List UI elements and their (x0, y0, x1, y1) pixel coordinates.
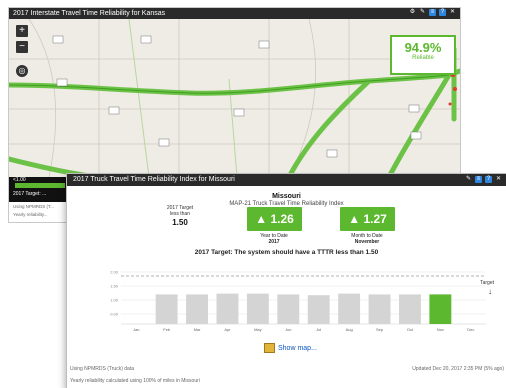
zoom-out-button[interactable]: − (16, 41, 28, 53)
missouri-window-titlebar: 2017 Truck Travel Time Reliability Index… (67, 174, 506, 186)
ytd-caption: Year to Date 2017 (243, 233, 305, 245)
close-icon[interactable]: ✕ (495, 176, 502, 183)
locate-icon[interactable]: ◎ (16, 65, 28, 77)
target-arrow-icon: ↓ (488, 287, 492, 296)
mtd-value: 1.27 (363, 212, 387, 226)
mtd-caption: Month to Date November (336, 233, 398, 245)
bar-aug[interactable] (338, 293, 361, 324)
kansas-footer: Using NPMRDS (T... Yearly reliability... (9, 202, 69, 222)
kansas-window-titlebar: 2017 Interstate Travel Time Reliability … (9, 8, 460, 19)
kansas-map[interactable]: + − ◎ 94.9% Reliable (9, 19, 460, 177)
x-tick-label: Nov (437, 327, 444, 332)
truck-icon: ▲ (348, 212, 361, 226)
zoom-in-button[interactable]: + (16, 25, 28, 37)
list-icon[interactable]: ≡ (475, 176, 482, 183)
bar-may[interactable] (246, 293, 269, 324)
monthly-chart: Jan Feb Mar Apr May Jun Jul Aug Sep Oct Nov Dec 2.0… (110, 270, 495, 333)
help-icon[interactable]: ? (439, 9, 446, 16)
footer-updated: Updated Dec 20, 2017 2:35 PM (5% ago) (412, 366, 504, 372)
bar-apr[interactable] (216, 293, 239, 324)
mtd-caption-2: November (354, 239, 380, 245)
y-tick-label: 1.50 (110, 284, 119, 289)
legend-target-text: 2017 Target: ... (13, 191, 47, 197)
bar-mar[interactable] (186, 294, 208, 324)
mtd-metric: ▲ 1.27 (340, 207, 395, 231)
ytd-caption-2: 2017 (268, 239, 280, 245)
reliability-badge: 94.9% Reliable (390, 35, 456, 75)
x-tick-label: Mar (194, 327, 202, 332)
x-tick-label: May (254, 327, 262, 332)
edit-icon[interactable]: ✎ (419, 9, 426, 16)
gear-icon[interactable]: ⚙ (409, 9, 416, 16)
list-icon[interactable]: ≡ (429, 9, 436, 16)
y-tick-label: 2.00 (110, 270, 119, 275)
kansas-footer-2: Yearly reliability... (13, 212, 48, 217)
state-heading: Missouri (272, 193, 301, 200)
truck-icon: ▲ (255, 212, 268, 226)
reliability-label: Reliable (412, 55, 434, 61)
bar-oct[interactable] (399, 294, 421, 324)
kansas-window-title: 2017 Interstate Travel Time Reliability … (13, 10, 166, 17)
reliability-value: 94.9% (404, 40, 442, 55)
y-tick-label: 1.00 (110, 298, 119, 303)
target-value: 1.50 (172, 218, 188, 227)
bar-sep[interactable] (368, 294, 391, 324)
target-sentence: 2017 Target: The system should have a TT… (194, 249, 379, 256)
missouri-window-title: 2017 Truck Travel Time Reliability Index… (73, 176, 235, 183)
footer-data-source: Using NPMRDS (Truck) data (70, 366, 134, 372)
target-label-2: less than (169, 211, 190, 217)
missouri-window: 2017 Truck Travel Time Reliability Index… (67, 174, 506, 388)
help-icon[interactable]: ? (485, 176, 492, 183)
close-icon[interactable]: ✕ (449, 9, 456, 16)
x-tick-label: Jun (285, 327, 291, 332)
x-tick-label: Apr (224, 327, 231, 332)
target-box: 2017 Target less than 1.50 (160, 205, 200, 227)
map-icon (264, 343, 275, 353)
x-tick-label: Sep (376, 327, 384, 332)
x-tick-label: Aug (346, 327, 353, 332)
chart-target-label: Target (480, 280, 495, 286)
footer-note: Yearly reliability calculated using 100%… (70, 378, 200, 384)
show-map-label: Show map... (278, 344, 317, 352)
x-tick-label: Feb (163, 327, 171, 332)
x-tick-label: Jul (316, 327, 321, 332)
x-tick-label: Dec (467, 327, 474, 332)
bar-jun[interactable] (277, 294, 300, 324)
x-tick-label: Oct (407, 327, 414, 332)
kansas-footer-1: Using NPMRDS (T... (13, 204, 55, 209)
y-tick-label: 0.00 (110, 312, 119, 317)
x-tick-label: Jan (133, 327, 139, 332)
show-map-link[interactable]: Show map... (264, 343, 317, 353)
bar-jul[interactable] (307, 295, 330, 324)
bar-feb[interactable] (155, 294, 178, 324)
bar-nov[interactable] (429, 294, 452, 324)
edit-icon[interactable]: ✎ (465, 176, 472, 183)
ytd-value: 1.26 (270, 212, 294, 226)
ytd-metric: ▲ 1.26 (247, 207, 302, 231)
legend-bar (15, 183, 65, 188)
